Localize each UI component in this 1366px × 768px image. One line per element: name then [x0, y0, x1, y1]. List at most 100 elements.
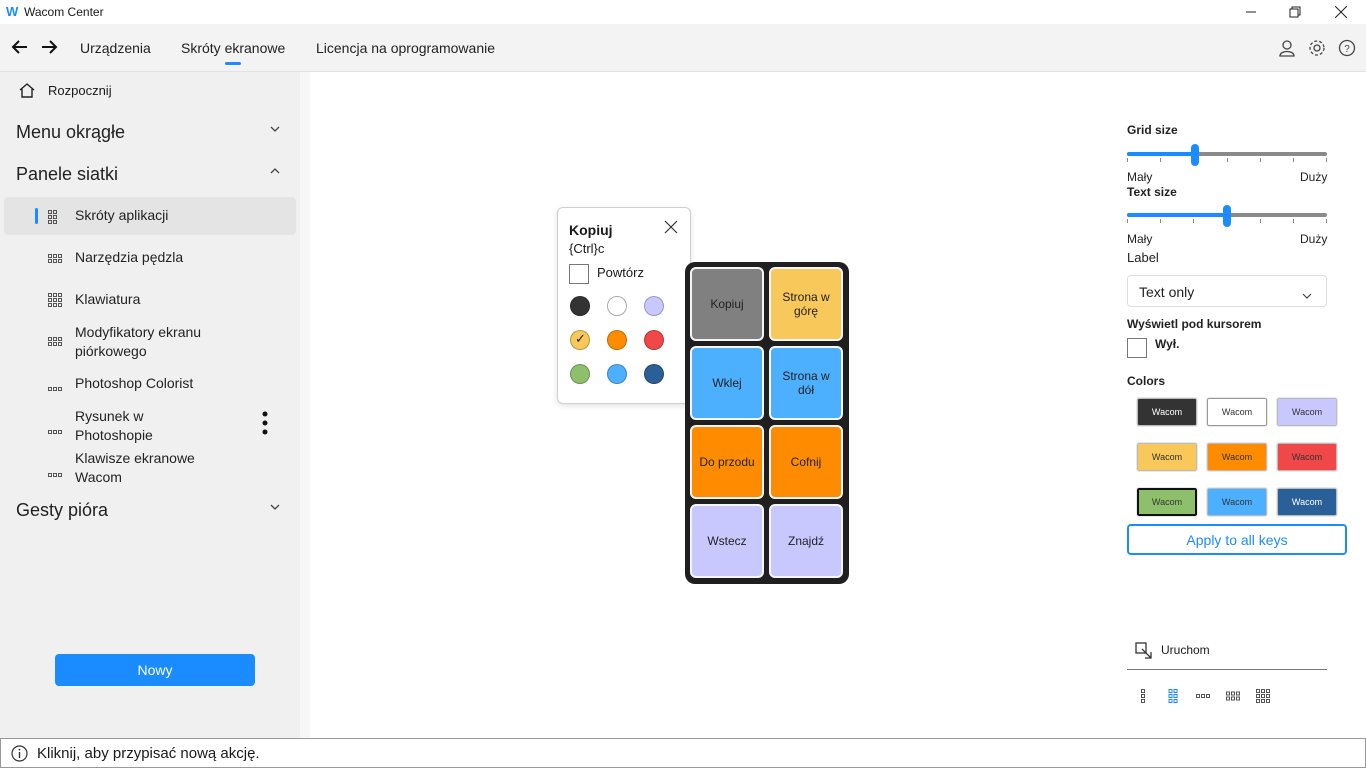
slider-fill	[1127, 152, 1195, 156]
color-preset[interactable]: Wacom	[1136, 442, 1198, 472]
grid-4x2-icon	[48, 252, 66, 269]
sidebar-item-wacom-onscreen-keys[interactable]: Klawisze ekranowe Wacom	[4, 447, 296, 489]
panel-key[interactable]: Strona w górę	[769, 267, 843, 341]
new-button[interactable]: Nowy	[55, 654, 255, 686]
slider-tick	[1127, 219, 1128, 223]
minimize-icon[interactable]	[1228, 0, 1274, 24]
color-preset[interactable]: Wacom	[1276, 442, 1338, 472]
text-size-label: Text size	[1127, 185, 1177, 199]
color-swatch[interactable]	[644, 296, 664, 316]
home-icon	[18, 82, 36, 101]
status-bar: Kliknij, aby przypisać nową akcję.	[0, 738, 1366, 768]
slider-tick	[1260, 219, 1261, 223]
grid-size-label: Grid size	[1127, 123, 1178, 137]
slider-tick	[1160, 219, 1161, 223]
close-icon[interactable]	[1318, 0, 1364, 24]
color-swatch[interactable]: ✓	[570, 330, 590, 350]
grid-3x2-icon	[48, 336, 66, 352]
panel-key[interactable]: Wstecz	[690, 504, 764, 578]
panel-key[interactable]: Cofnij	[769, 425, 843, 499]
color-preset[interactable]: Wacom	[1136, 487, 1198, 517]
show-under-cursor-checkbox[interactable]	[1127, 338, 1147, 358]
label-heading: Label	[1127, 250, 1159, 265]
grid-3x1-icon[interactable]	[1194, 687, 1212, 705]
gear-icon[interactable]	[1307, 38, 1327, 58]
panel-key[interactable]: Wklej	[690, 346, 764, 420]
sidebar-item-label: Rysunek w Photoshopie	[75, 408, 153, 443]
color-swatch[interactable]	[607, 330, 627, 350]
grid-4x4-icon	[48, 293, 62, 312]
color-swatch[interactable]	[644, 364, 664, 384]
color-swatch[interactable]	[644, 330, 664, 350]
sidebar-item-label: Narzędzia pędzla	[75, 249, 184, 265]
color-preset[interactable]: Wacom	[1206, 442, 1268, 472]
color-swatch[interactable]	[607, 364, 627, 384]
tab-software-license[interactable]: Licencja na oprogramowanie	[316, 40, 495, 56]
color-preset[interactable]: Wacom	[1276, 487, 1338, 517]
window-title: Wacom Center	[24, 5, 104, 19]
label-dropdown[interactable]: Text only	[1127, 275, 1327, 307]
slider-tick	[1160, 158, 1161, 162]
grid-3x2-icon[interactable]	[1224, 687, 1242, 705]
panel-key[interactable]: Znajdź	[769, 504, 843, 578]
grid-3x3-icon	[48, 210, 62, 227]
sidebar-item-label: Klawiatura	[75, 291, 141, 307]
text-size-max: Duży	[1300, 232, 1328, 246]
sidebar-item-brush-tools[interactable]: Narzędzia pędzla	[4, 239, 296, 277]
repeat-checkbox[interactable]	[569, 264, 589, 284]
sidebar-section-radial-menu[interactable]: Menu okrągłe	[0, 120, 300, 144]
sidebar-item-photoshop-colorist[interactable]: Photoshop Colorist	[4, 365, 296, 403]
grid-3x1-icon	[48, 466, 66, 482]
panel-key[interactable]: Do przodu	[690, 425, 764, 499]
section-label: Panele siatki	[16, 164, 119, 184]
grid-3x1-icon	[48, 380, 66, 396]
color-swatch[interactable]	[570, 296, 590, 316]
slider-tick	[1293, 219, 1294, 223]
panel-key[interactable]: Strona w dół	[769, 346, 843, 420]
more-options-icon[interactable]	[262, 411, 268, 440]
slider-tick	[1127, 158, 1128, 162]
slider-thumb[interactable]	[1223, 205, 1231, 227]
tab-devices[interactable]: Urządzenia	[80, 40, 151, 56]
sidebar-section-pen-gestures[interactable]: Gesty pióra	[0, 498, 300, 522]
slider-thumb[interactable]	[1191, 144, 1199, 166]
sidebar-item-label: Rozpocznij	[48, 83, 112, 98]
grid-size-slider[interactable]	[1127, 144, 1327, 166]
grid-3x3-icon[interactable]	[1254, 687, 1272, 705]
grid-2x3-icon[interactable]	[1164, 687, 1182, 705]
color-preset[interactable]: Wacom	[1206, 397, 1268, 427]
launch-button[interactable]: Uruchom	[1127, 638, 1327, 670]
color-preset[interactable]: Wacom	[1206, 487, 1268, 517]
forward-arrow-icon[interactable]	[39, 36, 59, 58]
grid-1x3-icon[interactable]	[1134, 687, 1152, 705]
text-size-slider[interactable]	[1127, 205, 1327, 227]
color-swatch[interactable]	[607, 296, 627, 316]
color-preset[interactable]: Wacom	[1136, 397, 1198, 427]
check-icon: ✓	[575, 331, 586, 346]
chevron-down-icon	[270, 124, 280, 136]
grid-panel-preview: Kopiuj Strona w górę Wklej Strona w dół Do p…	[685, 262, 849, 584]
sidebar-item-photoshop-drawing[interactable]: Rysunek w Photoshopie	[4, 405, 296, 447]
text-size-min: Mały	[1127, 232, 1153, 246]
sidebar-item-pen-display-modifiers[interactable]: Modyfikatory ekranu piórkowego	[4, 321, 296, 363]
user-icon[interactable]	[1277, 38, 1297, 58]
restore-icon[interactable]	[1272, 0, 1318, 24]
selection-indicator	[35, 208, 38, 224]
grid-3x1-icon	[48, 423, 66, 439]
sidebar-item-app-shortcuts[interactable]: Skróty aplikacji	[4, 197, 296, 235]
sidebar-item-label: Photoshop Colorist	[75, 375, 194, 391]
back-arrow-icon[interactable]	[10, 36, 30, 58]
sidebar-item-start[interactable]: Rozpocznij	[0, 80, 300, 102]
apply-to-all-keys-button[interactable]: Apply to all keys	[1127, 524, 1347, 555]
color-preset[interactable]: Wacom	[1276, 397, 1338, 427]
color-swatch[interactable]	[570, 364, 590, 384]
sidebar-section-grid-panels[interactable]: Panele siatki	[0, 162, 300, 186]
help-icon[interactable]: ?	[1337, 38, 1357, 58]
sidebar-item-keyboard[interactable]: Klawiatura	[4, 281, 296, 319]
launch-label: Uruchom	[1161, 643, 1210, 657]
sidebar-item-label: Skróty aplikacji	[75, 207, 169, 223]
close-icon[interactable]	[664, 220, 678, 239]
panel-key[interactable]: Kopiuj	[690, 267, 764, 341]
popup-shortcut: {Ctrl}c	[569, 241, 605, 256]
tab-onscreen-shortcuts[interactable]: Skróty ekranowe	[181, 40, 285, 65]
